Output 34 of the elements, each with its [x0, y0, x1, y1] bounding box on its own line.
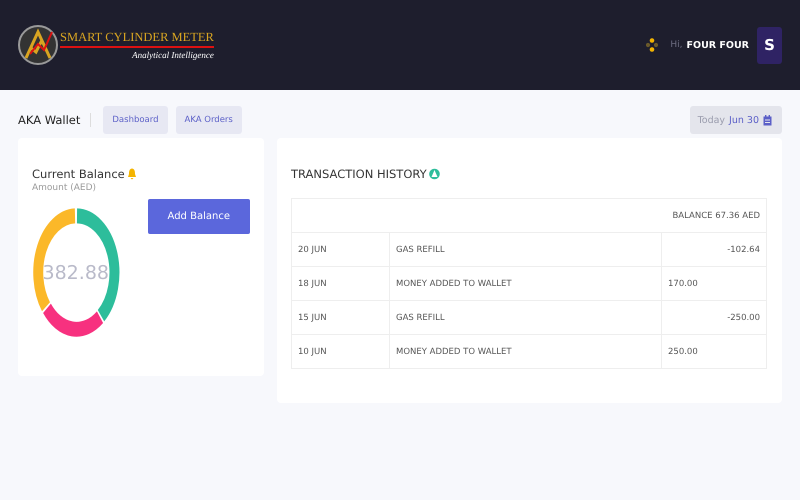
card-title: TRANSACTION HISTORY: [291, 167, 427, 181]
card-subtitle: Amount (AED): [32, 183, 98, 193]
amount-cell: 250.00: [662, 334, 766, 368]
nav-button[interactable]: Dashboard: [103, 106, 168, 134]
date-cell: 15 JUN: [292, 300, 390, 334]
nav-button[interactable]: AKA Orders: [176, 106, 242, 134]
description-cell: GAS REFILL: [390, 232, 662, 266]
logo-title: SMART CYLINDER METER: [60, 30, 214, 48]
amount-cell: -102.64: [662, 232, 766, 266]
logo-icon: [18, 24, 58, 66]
bell-icon: [126, 168, 137, 180]
diamond-dots-icon: [646, 38, 658, 52]
date-cell: 20 JUN: [292, 232, 390, 266]
balance-amount: 382.88: [42, 262, 109, 284]
logo-tagline: Analytical Intelligence: [130, 50, 214, 60]
description-cell: GAS REFILL: [390, 300, 662, 334]
date-cell: 10 JUN: [292, 334, 390, 368]
user-name: FOUR FOUR: [686, 40, 749, 50]
amount-cell: 170.00: [662, 266, 766, 300]
amount-cell: -250.00: [662, 300, 766, 334]
date-cell: 18 JUN: [292, 266, 390, 300]
date-label: Today: [698, 114, 726, 126]
card-title: Current Balance: [32, 167, 125, 181]
balance-cell: BALANCE 67.36 AED: [292, 198, 766, 232]
page-title: AKA Wallet: [18, 113, 92, 127]
greeting: Hi,: [670, 40, 682, 50]
date-value: Jun 30: [729, 114, 759, 126]
add-balance-button[interactable]: Add Balance: [148, 199, 250, 234]
user-avatar[interactable]: S: [757, 26, 782, 64]
triangle-badge-icon: [428, 168, 440, 180]
date-display[interactable]: Today Jun 30: [690, 106, 782, 134]
description-cell: MONEY ADDED TO WALLET: [390, 334, 662, 368]
description-cell: MONEY ADDED TO WALLET: [390, 266, 662, 300]
calendar-icon: [763, 114, 772, 126]
